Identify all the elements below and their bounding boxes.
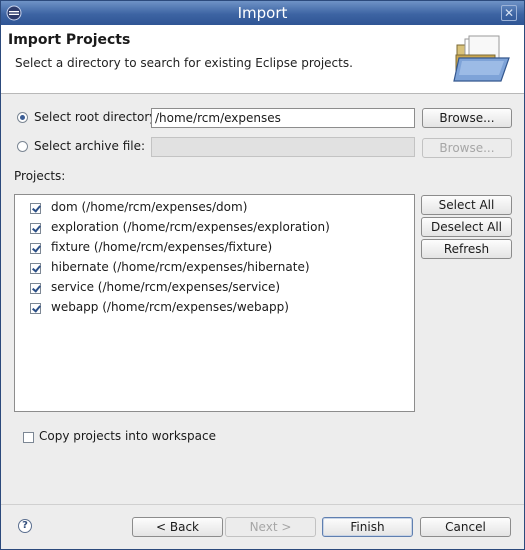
root-directory-input[interactable]: /home/rcm/expenses [151, 108, 415, 128]
page-description: Select a directory to search for existin… [15, 56, 353, 70]
open-folder-icon [453, 35, 510, 82]
close-button[interactable]: ✕ [501, 5, 517, 21]
refresh-button[interactable]: Refresh [421, 239, 512, 259]
project-label: exploration (/home/rcm/expenses/explorat… [51, 220, 330, 234]
archive-file-label: Select archive file: [34, 139, 146, 153]
list-item[interactable]: service (/home/rcm/expenses/service) [15, 278, 413, 298]
projects-list[interactable]: dom (/home/rcm/expenses/dom) exploration… [14, 194, 415, 412]
project-label: webapp (/home/rcm/expenses/webapp) [51, 300, 289, 314]
root-directory-label: Select root directory: [34, 110, 160, 124]
list-item[interactable]: dom (/home/rcm/expenses/dom) [15, 198, 413, 218]
project-label: fixture (/home/rcm/expenses/fixture) [51, 240, 273, 254]
project-label: hibernate (/home/rcm/expenses/hibernate) [51, 260, 310, 274]
project-checkbox[interactable] [30, 203, 41, 214]
list-item[interactable]: hibernate (/home/rcm/expenses/hibernate) [15, 258, 413, 278]
list-item[interactable]: fixture (/home/rcm/expenses/fixture) [15, 238, 413, 258]
help-icon[interactable]: ? [18, 519, 32, 533]
copy-projects-checkbox[interactable] [23, 432, 34, 443]
project-label: service (/home/rcm/expenses/service) [51, 280, 281, 294]
window-title: Import [237, 4, 288, 22]
page-title: Import Projects [8, 32, 131, 48]
project-checkbox[interactable] [30, 303, 41, 314]
project-checkbox[interactable] [30, 243, 41, 254]
browse-archive-button[interactable]: Browse... [422, 138, 512, 158]
cancel-button[interactable]: Cancel [420, 517, 511, 537]
title-bar[interactable]: Import ✕ [1, 1, 524, 25]
next-button[interactable]: Next > [225, 517, 316, 537]
project-checkbox[interactable] [30, 223, 41, 234]
project-label: dom (/home/rcm/expenses/dom) [51, 200, 248, 214]
import-dialog: Import ✕ Import Projects Select a direct… [0, 0, 525, 550]
deselect-all-button[interactable]: Deselect All [421, 217, 512, 237]
list-item[interactable]: exploration (/home/rcm/expenses/explorat… [15, 218, 413, 238]
wizard-header: Import Projects Select a directory to se… [1, 25, 524, 94]
finish-button[interactable]: Finish [322, 517, 413, 537]
root-directory-radio[interactable] [17, 112, 28, 123]
select-all-button[interactable]: Select All [421, 195, 512, 215]
list-item[interactable]: webapp (/home/rcm/expenses/webapp) [15, 298, 413, 318]
browse-directory-button[interactable]: Browse... [422, 108, 512, 128]
copy-projects-label: Copy projects into workspace [39, 429, 217, 443]
footer-separator [1, 504, 524, 505]
project-checkbox[interactable] [30, 283, 41, 294]
back-button[interactable]: < Back [132, 517, 223, 537]
archive-file-radio[interactable] [17, 141, 28, 152]
archive-file-input[interactable] [151, 137, 415, 157]
project-checkbox[interactable] [30, 263, 41, 274]
projects-label: Projects: [14, 169, 66, 183]
